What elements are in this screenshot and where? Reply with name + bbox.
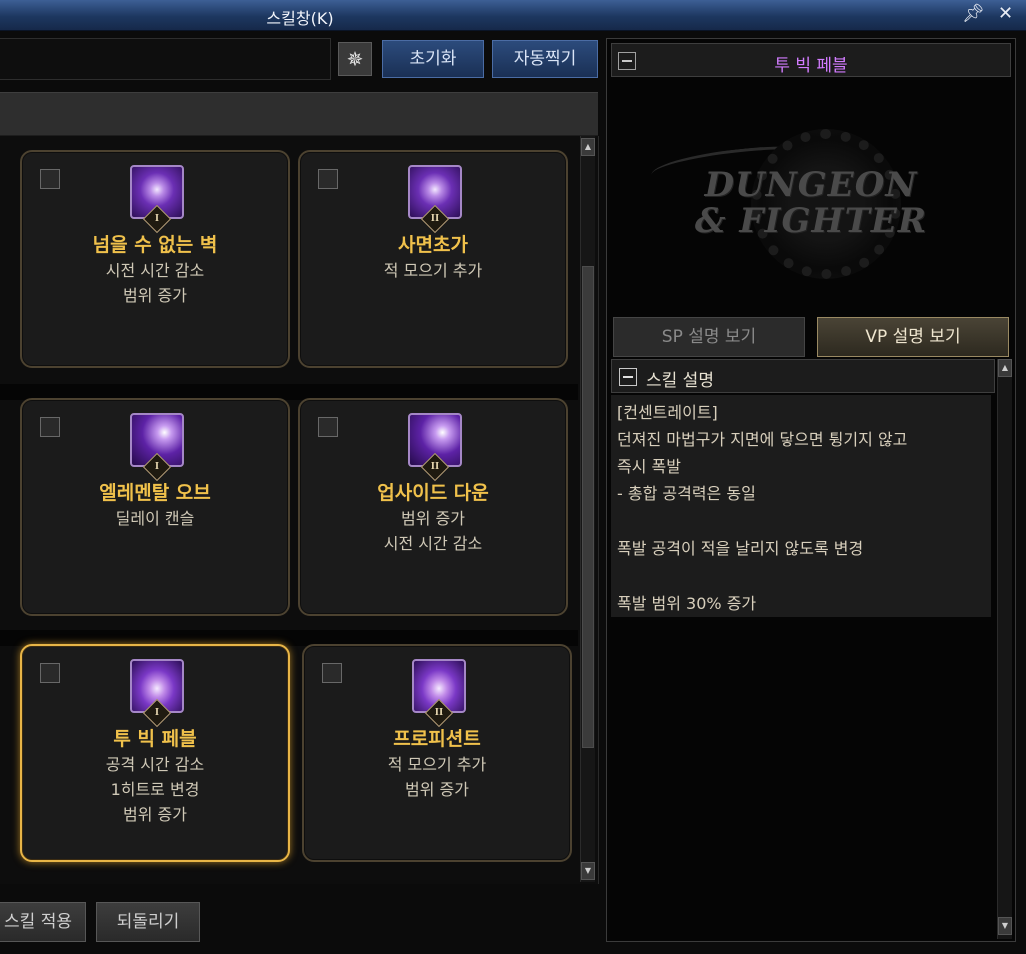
skill-card[interactable]: II 업사이드 다운 범위 증가 시전 시간 감소 — [298, 398, 568, 616]
skill-description: 시전 시간 감소 범위 증가 — [105, 261, 205, 305]
scroll-thumb[interactable] — [582, 266, 594, 748]
window-title: 스킬창(K) — [266, 9, 334, 28]
skill-description: 딜레이 캔슬 — [115, 509, 195, 528]
skill-card-selected[interactable]: I 투 빅 페블 공격 시간 감소 1히트로 변경 범위 증가 — [20, 644, 290, 862]
skill-name: 업사이드 다운 — [377, 482, 489, 504]
skill-name: 사면초가 — [398, 234, 468, 256]
skill-list: I 넘을 수 없는 벽 시전 시간 감소 범위 증가 II 사면초가 적 모으기 … — [0, 136, 599, 884]
skill-description-text: [컨센트레이트] 던져진 마법구가 지면에 닿으면 튕기지 않고 즉시 폭발 -… — [611, 395, 991, 617]
skill-name: 투 빅 페블 — [113, 728, 197, 750]
scroll-down-arrow-icon[interactable]: ▼ — [581, 862, 595, 880]
skill-checkbox[interactable] — [40, 169, 60, 189]
apply-skills-button[interactable]: 스킬 적용 — [0, 902, 86, 942]
close-icon[interactable]: ✕ — [998, 4, 1013, 24]
dungeon-fighter-logo: DUNGEON & FIGHTER — [649, 109, 971, 299]
skill-checkbox[interactable] — [40, 663, 60, 683]
sp-description-button[interactable]: SP 설명 보기 — [613, 317, 805, 357]
skill-category-bar — [0, 92, 598, 136]
reset-button[interactable]: 초기화 — [382, 40, 484, 78]
skill-description: 적 모으기 추가 범위 증가 — [387, 755, 487, 799]
skill-description: 적 모으기 추가 — [383, 261, 483, 280]
scroll-up-arrow-icon[interactable]: ▲ — [581, 138, 595, 156]
skill-list-scrollbar[interactable]: ▲ ▼ — [580, 136, 595, 882]
skill-card[interactable]: II 프로피션트 적 모으기 추가 범위 증가 — [302, 644, 572, 862]
vp-description-button[interactable]: VP 설명 보기 — [817, 317, 1009, 357]
detail-title: 투 빅 페블 — [774, 56, 848, 76]
collapse-icon[interactable] — [619, 368, 637, 386]
skill-search-field[interactable] — [0, 38, 331, 80]
skill-checkbox[interactable] — [40, 417, 60, 437]
skill-checkbox[interactable] — [318, 169, 338, 189]
pin-icon[interactable]: 📌︎ — [962, 4, 985, 24]
skill-filter-icon[interactable]: ✵ — [338, 42, 372, 76]
skill-description: 범위 증가 시전 시간 감소 — [383, 509, 483, 553]
detail-scrollbar[interactable]: ▲ ▼ — [997, 359, 1012, 939]
window-title-bar[interactable]: 스킬창(K) 📌︎ ✕ — [0, 0, 1026, 31]
skill-description: 공격 시간 감소 1히트로 변경 범위 증가 — [105, 755, 205, 824]
skill-name: 엘레멘탈 오브 — [99, 482, 211, 504]
scroll-down-arrow-icon[interactable]: ▼ — [998, 917, 1012, 935]
skill-name: 프로피션트 — [393, 728, 481, 750]
revert-button[interactable]: 되돌리기 — [96, 902, 200, 942]
skill-card[interactable]: II 사면초가 적 모으기 추가 — [298, 150, 568, 368]
skill-card[interactable]: I 넘을 수 없는 벽 시전 시간 감소 범위 증가 — [20, 150, 290, 368]
skill-detail-panel: 투 빅 페블 DUNGEON & FIGHTER SP 설명 보기 VP 설명 보… — [606, 38, 1016, 942]
auto-assign-button[interactable]: 자동찍기 — [492, 40, 598, 78]
skill-checkbox[interactable] — [322, 663, 342, 683]
detail-header: 투 빅 페블 — [611, 43, 1011, 77]
scroll-up-arrow-icon[interactable]: ▲ — [998, 359, 1012, 377]
skill-card[interactable]: I 엘레멘탈 오브 딜레이 캔슬 — [20, 398, 290, 616]
skill-checkbox[interactable] — [318, 417, 338, 437]
section-title: 스킬 설명 — [646, 371, 714, 391]
skill-description-header: 스킬 설명 — [611, 359, 995, 393]
skill-name: 넘을 수 없는 벽 — [92, 234, 218, 256]
